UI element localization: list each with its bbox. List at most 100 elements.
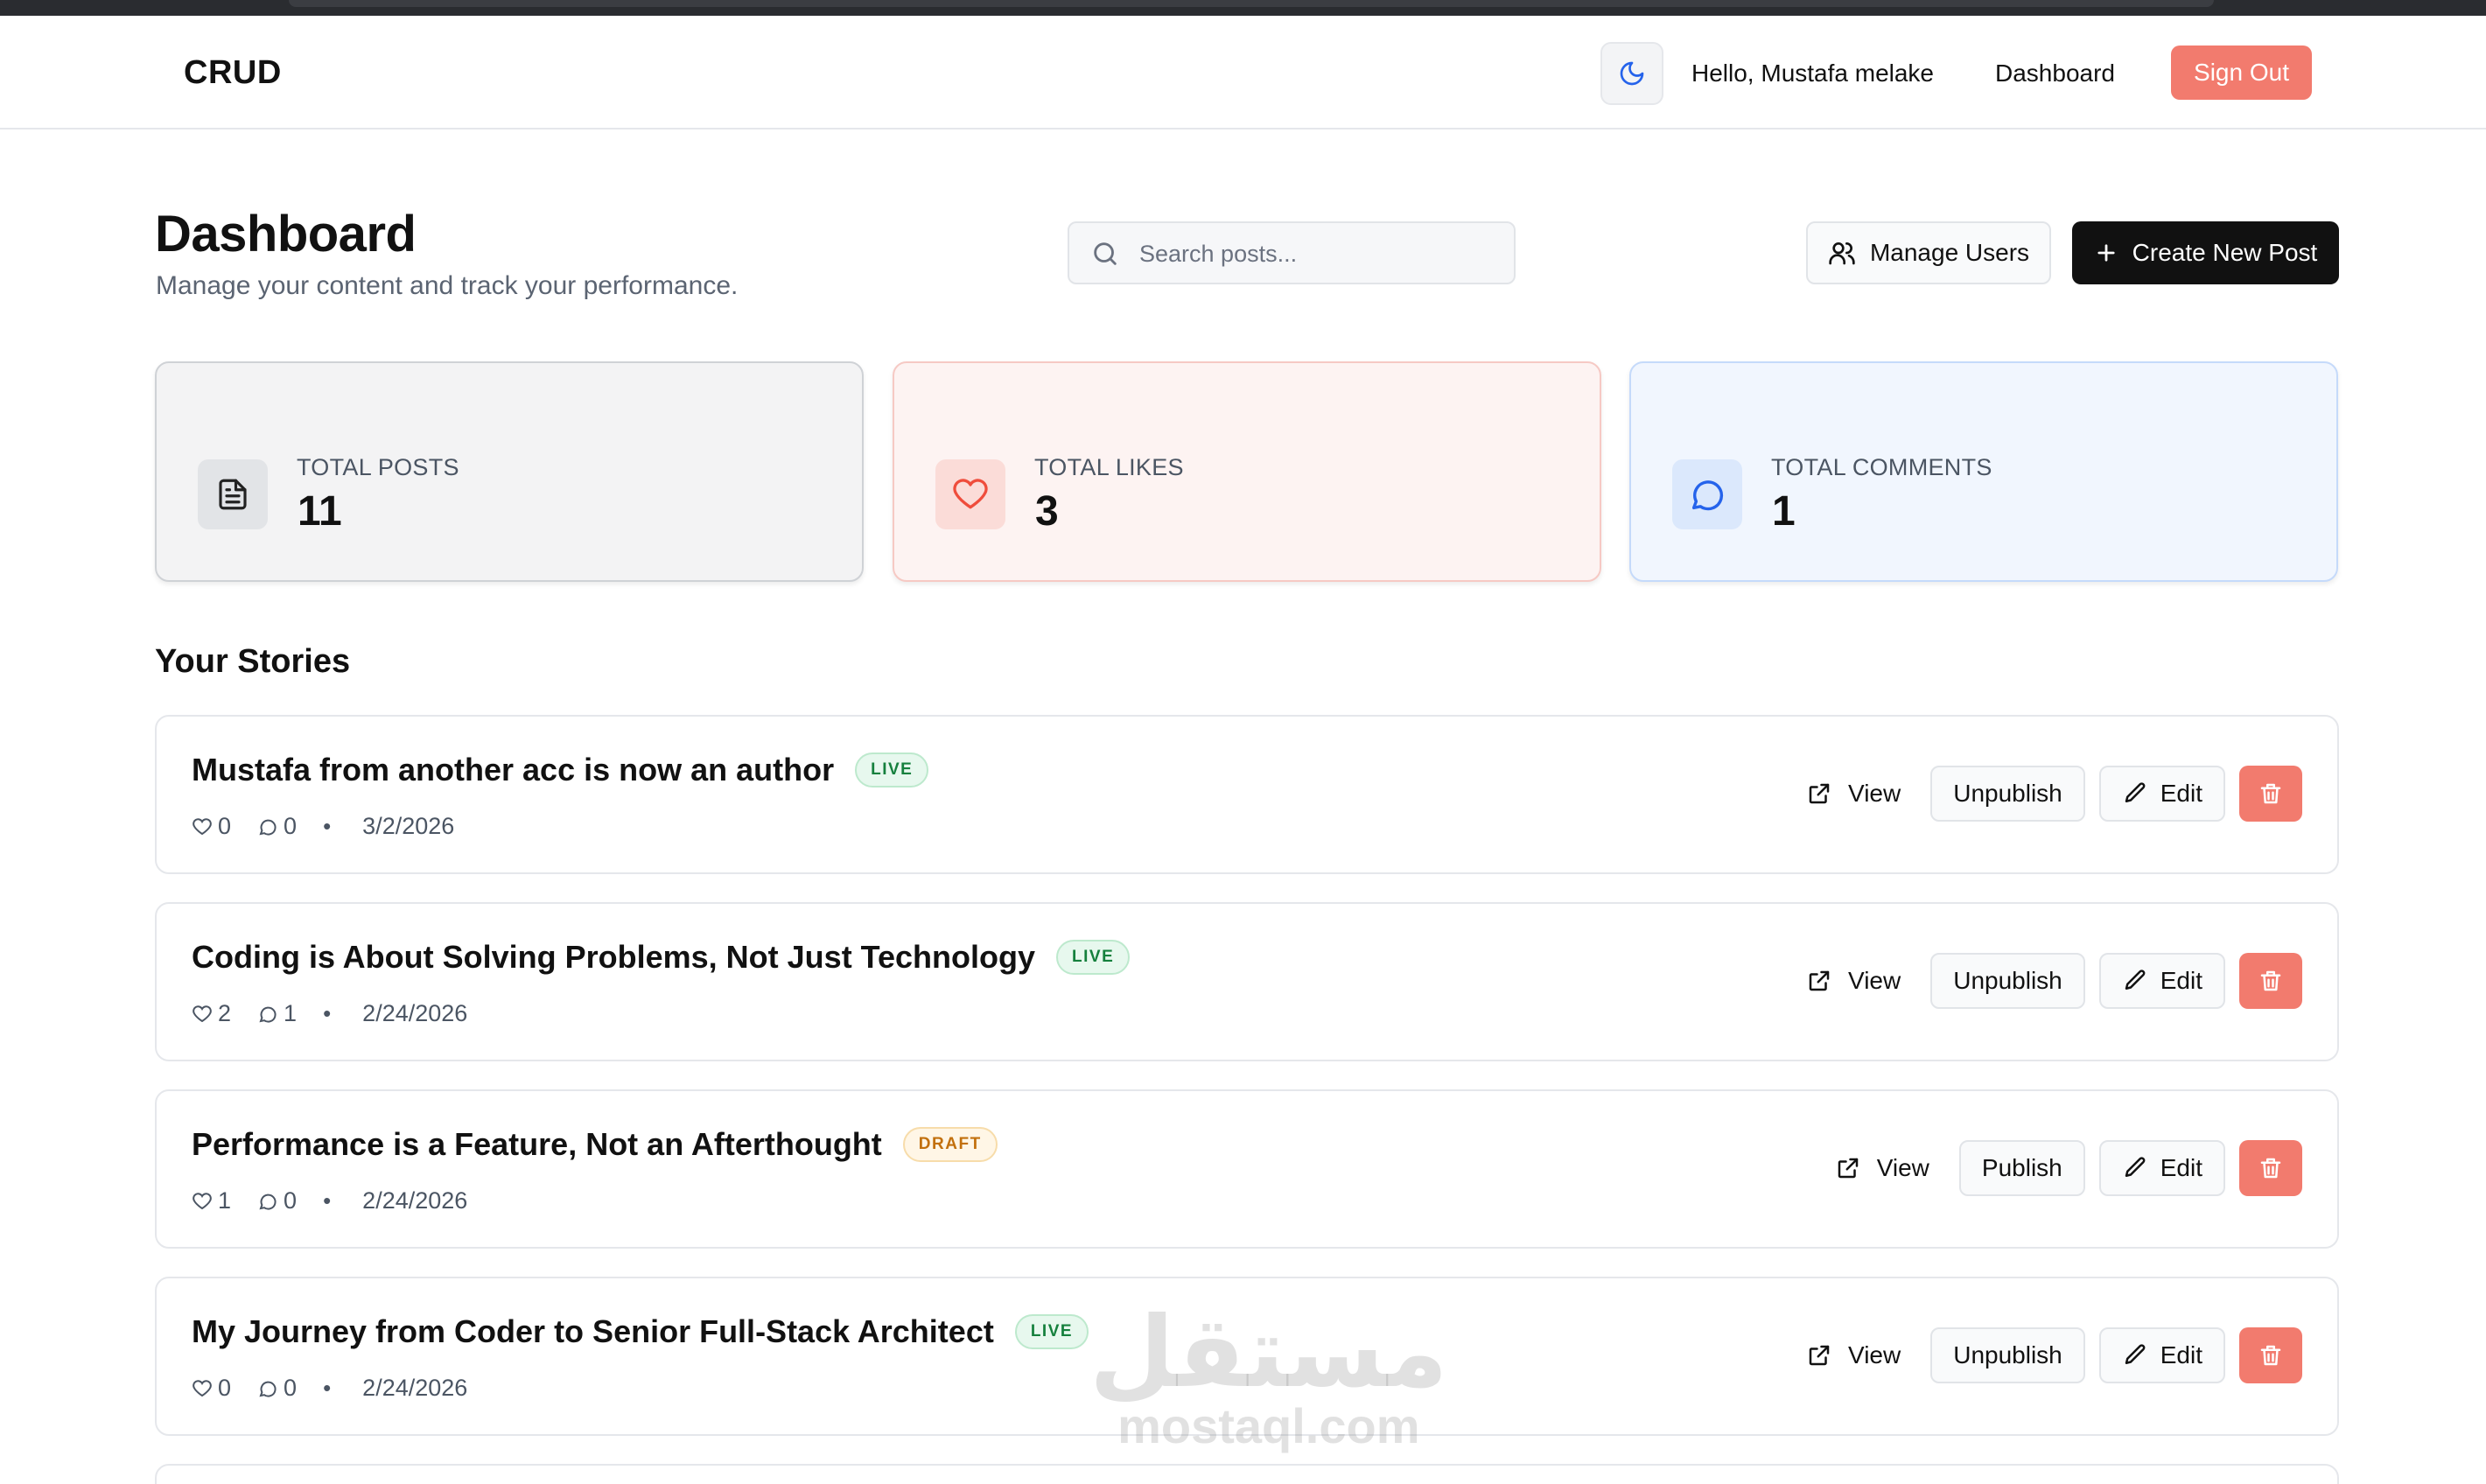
view-button[interactable]: View xyxy=(1819,1140,1945,1196)
stat-card-total-likes: TOTAL LIKES 3 xyxy=(893,361,1601,582)
likes-value: 2 xyxy=(218,1000,232,1026)
likes-count: 2 xyxy=(192,1000,231,1027)
post-date: 3/2/2026 xyxy=(362,813,455,839)
comment-icon xyxy=(1691,480,1724,511)
post-card: Mustafa from another acc is now an autho… xyxy=(155,715,2339,874)
heart-outline-icon xyxy=(193,1379,212,1396)
create-new-post-button[interactable]: Create New Post xyxy=(2072,221,2339,284)
status-badge: DRAFT xyxy=(902,1127,998,1162)
view-label: View xyxy=(1848,967,1901,994)
comments-count: 0 xyxy=(257,813,297,840)
edit-button[interactable]: Edit xyxy=(2098,766,2225,822)
browser-tab-strip xyxy=(289,0,2214,7)
post-meta: 0 0 • 2/24/2026 xyxy=(192,1375,467,1402)
user-greeting: Hello, Mustafa melake xyxy=(1691,60,1935,87)
heart-outline-icon xyxy=(193,1192,212,1209)
post-title[interactable]: Mustafa from another acc is now an autho… xyxy=(192,752,834,788)
comment-outline-icon xyxy=(259,819,277,836)
pencil-icon xyxy=(2125,970,2146,990)
theme-toggle-button[interactable] xyxy=(1600,42,1663,105)
document-icon xyxy=(219,479,247,510)
users-icon xyxy=(1829,242,1855,265)
view-button[interactable]: View xyxy=(1790,953,1916,1009)
stat-value: 11 xyxy=(298,488,342,535)
post-card-partial xyxy=(155,1464,2339,1484)
moon-icon xyxy=(1620,61,1644,86)
meta-separator: • xyxy=(323,813,332,839)
external-link-icon xyxy=(1838,1158,1858,1179)
heart-outline-icon xyxy=(193,817,212,835)
post-date: 2/24/2026 xyxy=(362,1375,468,1401)
publish-toggle-button[interactable]: Unpublish xyxy=(1930,1327,2085,1383)
post-title-row: Performance is a Feature, Not an Afterth… xyxy=(192,1126,998,1163)
post-title-row: Coding is About Solving Problems, Not Ju… xyxy=(192,939,1131,976)
post-actions: View Publish Edit xyxy=(1819,1140,2302,1196)
plus-icon xyxy=(2097,244,2115,262)
view-button[interactable]: View xyxy=(1790,1327,1916,1383)
post-title[interactable]: Performance is a Feature, Not an Afterth… xyxy=(192,1126,882,1163)
post-card: Coding is About Solving Problems, Not Ju… xyxy=(155,902,2339,1061)
publish-toggle-button[interactable]: Unpublish xyxy=(1930,766,2085,822)
pencil-icon xyxy=(2125,1344,2146,1364)
nav-dashboard-link[interactable]: Dashboard xyxy=(1995,60,2115,88)
post-meta: 0 0 • 3/2/2026 xyxy=(192,813,454,840)
stat-value: 1 xyxy=(1772,488,1796,535)
view-button[interactable]: View xyxy=(1790,766,1916,822)
likes-value: 0 xyxy=(218,1375,232,1401)
post-date: 2/24/2026 xyxy=(362,1187,468,1214)
delete-button[interactable] xyxy=(2239,1327,2302,1383)
likes-value: 1 xyxy=(218,1187,232,1214)
search-box xyxy=(1068,221,1516,284)
page-title: Dashboard xyxy=(155,206,417,262)
likes-count: 0 xyxy=(192,1375,231,1402)
comment-outline-icon xyxy=(259,1006,277,1023)
delete-button[interactable] xyxy=(2239,953,2302,1009)
manage-users-button[interactable]: Manage Users xyxy=(1806,221,2051,284)
likes-value: 0 xyxy=(218,813,232,839)
page-subtitle: Manage your content and track your perfo… xyxy=(156,271,739,300)
stat-card-total-posts: TOTAL POSTS 11 xyxy=(155,361,864,582)
search-input[interactable] xyxy=(1139,234,1498,274)
search-icon xyxy=(1094,242,1117,265)
comment-outline-icon xyxy=(259,1381,277,1397)
stat-label: TOTAL LIKES xyxy=(1034,454,1184,480)
post-title[interactable]: Coding is About Solving Problems, Not Ju… xyxy=(192,939,1035,976)
view-label: View xyxy=(1876,1154,1929,1181)
comments-value: 0 xyxy=(284,1187,298,1214)
delete-button[interactable] xyxy=(2239,766,2302,822)
external-link-icon xyxy=(1809,970,1830,991)
post-meta: 1 0 • 2/24/2026 xyxy=(192,1187,467,1214)
trash-icon xyxy=(2260,1158,2281,1179)
edit-label: Edit xyxy=(2160,1341,2202,1368)
meta-separator: • xyxy=(323,1375,332,1401)
heart-icon xyxy=(953,479,988,509)
sign-out-button[interactable]: Sign Out xyxy=(2171,46,2312,100)
post-actions: View Unpublish Edit xyxy=(1790,1327,2302,1383)
trash-icon xyxy=(2260,1345,2281,1366)
edit-label: Edit xyxy=(2160,780,2202,807)
edit-button[interactable]: Edit xyxy=(2098,1140,2225,1196)
stat-label: TOTAL COMMENTS xyxy=(1771,454,1992,480)
comments-count: 0 xyxy=(257,1187,297,1214)
publish-toggle-button[interactable]: Publish xyxy=(1958,1140,2085,1196)
comments-value: 1 xyxy=(284,1000,298,1026)
delete-button[interactable] xyxy=(2239,1140,2302,1196)
post-actions: View Unpublish Edit xyxy=(1790,766,2302,822)
browser-top-strip xyxy=(0,0,2486,16)
post-title[interactable]: My Journey from Coder to Senior Full-Sta… xyxy=(192,1313,994,1350)
likes-count: 1 xyxy=(192,1187,231,1214)
view-label: View xyxy=(1848,1341,1901,1368)
post-actions: View Unpublish Edit xyxy=(1790,953,2302,1009)
likes-count: 0 xyxy=(192,813,231,840)
status-badge: LIVE xyxy=(855,752,929,788)
brand-logo[interactable]: CRUD xyxy=(184,54,282,92)
trash-icon xyxy=(2260,970,2281,991)
edit-button[interactable]: Edit xyxy=(2098,1327,2225,1383)
meta-separator: • xyxy=(323,1187,332,1214)
status-badge: LIVE xyxy=(1014,1314,1089,1349)
edit-button[interactable]: Edit xyxy=(2098,953,2225,1009)
section-title-your-stories: Your Stories xyxy=(155,643,351,680)
stat-icon-wrapper xyxy=(1672,459,1742,529)
publish-toggle-button[interactable]: Unpublish xyxy=(1930,953,2085,1009)
status-badge: LIVE xyxy=(1056,940,1131,975)
